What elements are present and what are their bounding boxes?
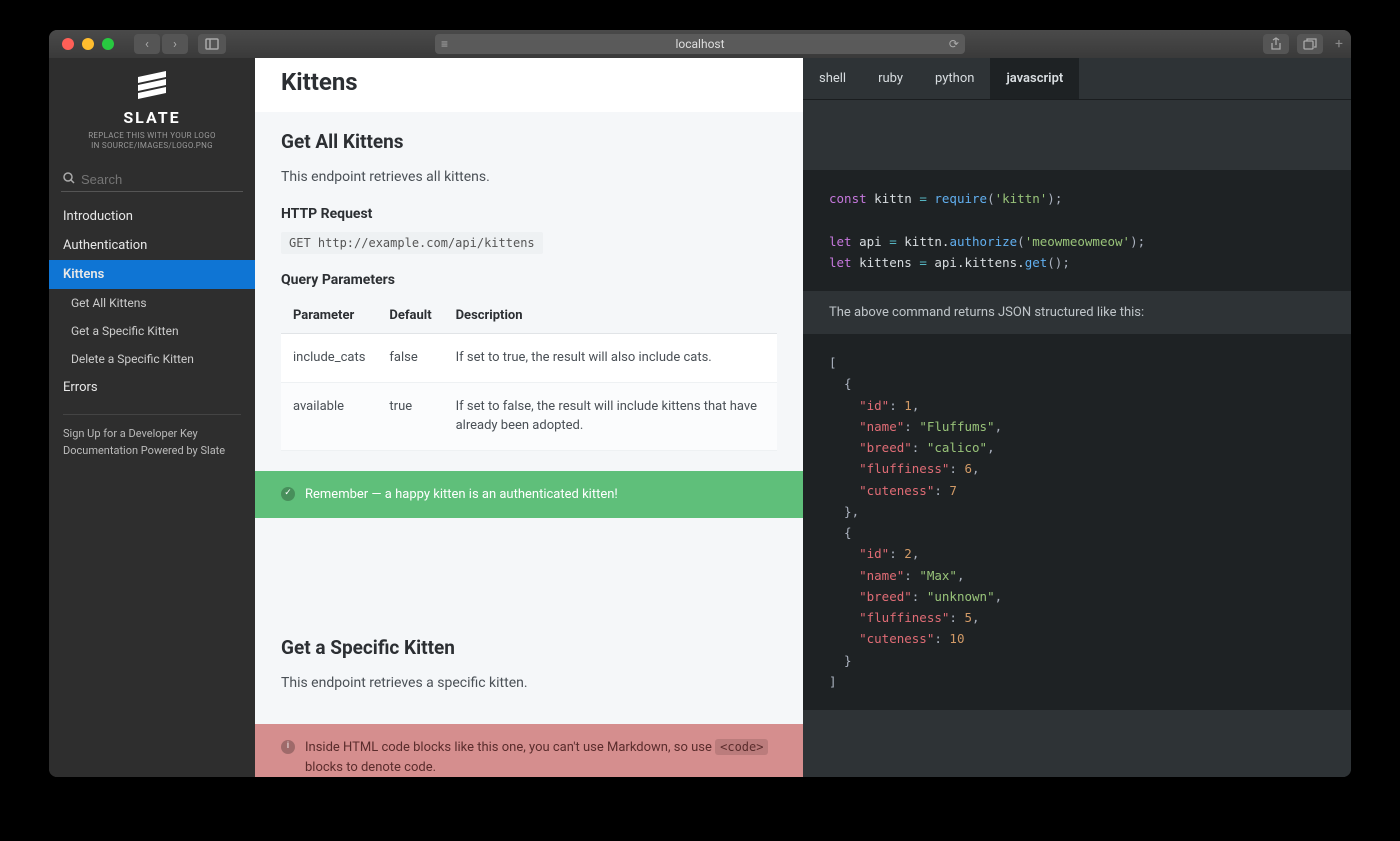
forward-button[interactable]: › [162, 34, 188, 54]
reader-icon[interactable]: ≡ [441, 37, 448, 51]
search-icon [63, 172, 75, 187]
query-params-label: Query Parameters [281, 272, 777, 288]
footer-link[interactable]: Sign Up for a Developer Key [63, 425, 241, 443]
share-button[interactable] [1263, 34, 1289, 54]
http-request-code: GET http://example.com/api/kittens [281, 232, 543, 254]
section-title: Get a Specific Kitten [281, 636, 777, 659]
query-params-table: ParameterDefaultDescription include_cats… [281, 298, 777, 451]
nav-item[interactable]: Delete a Specific Kitten [49, 345, 255, 373]
notice-success: ✓ Remember — a happy kitten is an authen… [255, 471, 803, 519]
sidebar-toggle-button[interactable] [198, 34, 226, 54]
logo-block: SLATE REPLACE THIS WITH YOUR LOGOIN SOUR… [49, 58, 255, 162]
browser-window: ‹ › ≡ localhost ⟳ + S [49, 30, 1351, 777]
code-column[interactable]: shellrubypythonjavascript const kittn = … [803, 58, 1351, 777]
table-row: availabletrueIf set to false, the result… [281, 382, 777, 450]
traffic-lights [49, 38, 114, 50]
nav-item[interactable]: Get All Kittens [49, 289, 255, 317]
address-url: localhost [675, 37, 724, 51]
toc-sidebar: SLATE REPLACE THIS WITH YOUR LOGOIN SOUR… [49, 58, 255, 777]
search-input[interactable] [61, 168, 243, 192]
notice-text: Inside HTML code blocks like this one, y… [305, 738, 777, 777]
http-request-label: HTTP Request [281, 206, 777, 222]
code-example: const kittn = require('kittn'); let api … [803, 170, 1351, 291]
section-title: Get All Kittens [281, 130, 777, 153]
nav-list: IntroductionAuthenticationKittensGet All… [49, 202, 255, 402]
lang-tab-python[interactable]: python [919, 58, 990, 99]
table-header: Parameter [281, 298, 377, 334]
table-header: Description [444, 298, 777, 334]
page-title: Kittens [255, 58, 803, 112]
docs-column[interactable]: Kittens Get All Kittens This endpoint re… [255, 58, 803, 777]
nav-buttons: ‹ › [134, 34, 188, 54]
table-row: include_catsfalseIf set to true, the res… [281, 334, 777, 383]
notice-text: Remember — a happy kitten is an authenti… [305, 485, 618, 505]
new-tab-button[interactable]: + [1335, 36, 1343, 52]
close-window-button[interactable] [62, 38, 74, 50]
code-json-response: [ { "id": 1, "name": "Fluffums", "breed"… [803, 334, 1351, 710]
lang-tab-javascript[interactable]: javascript [990, 58, 1079, 99]
toc-footer: Sign Up for a Developer Key Documentatio… [49, 425, 255, 460]
nav-item[interactable]: Get a Specific Kitten [49, 317, 255, 345]
nav-item[interactable]: Introduction [49, 202, 255, 231]
nav-item[interactable]: Kittens [49, 260, 255, 289]
reload-icon[interactable]: ⟳ [949, 37, 959, 51]
lang-tab-ruby[interactable]: ruby [862, 58, 919, 99]
back-button[interactable]: ‹ [134, 34, 160, 54]
search-box [61, 168, 243, 192]
code-caption: The above command returns JSON structure… [803, 291, 1351, 334]
slate-logo-icon [134, 72, 170, 102]
section-desc: This endpoint retrieves all kittens. [281, 167, 777, 188]
table-header: Default [377, 298, 443, 334]
nav-item[interactable]: Authentication [49, 231, 255, 260]
info-circle-icon: i [281, 740, 295, 754]
nav-item[interactable]: Errors [49, 373, 255, 402]
address-bar[interactable]: ≡ localhost ⟳ [435, 34, 965, 54]
check-circle-icon: ✓ [281, 487, 295, 501]
tabs-button[interactable] [1297, 34, 1323, 54]
lang-tab-shell[interactable]: shell [803, 58, 862, 99]
language-tabs: shellrubypythonjavascript [803, 58, 1351, 100]
notice-warning: i Inside HTML code blocks like this one,… [255, 724, 803, 777]
section-desc: This endpoint retrieves a specific kitte… [281, 673, 777, 694]
brand-subtitle: REPLACE THIS WITH YOUR LOGOIN SOURCE/IMA… [59, 131, 245, 152]
titlebar: ‹ › ≡ localhost ⟳ + [49, 30, 1351, 58]
minimize-window-button[interactable] [82, 38, 94, 50]
maximize-window-button[interactable] [102, 38, 114, 50]
brand-title: SLATE [59, 108, 245, 127]
footer-link[interactable]: Documentation Powered by Slate [63, 442, 241, 460]
